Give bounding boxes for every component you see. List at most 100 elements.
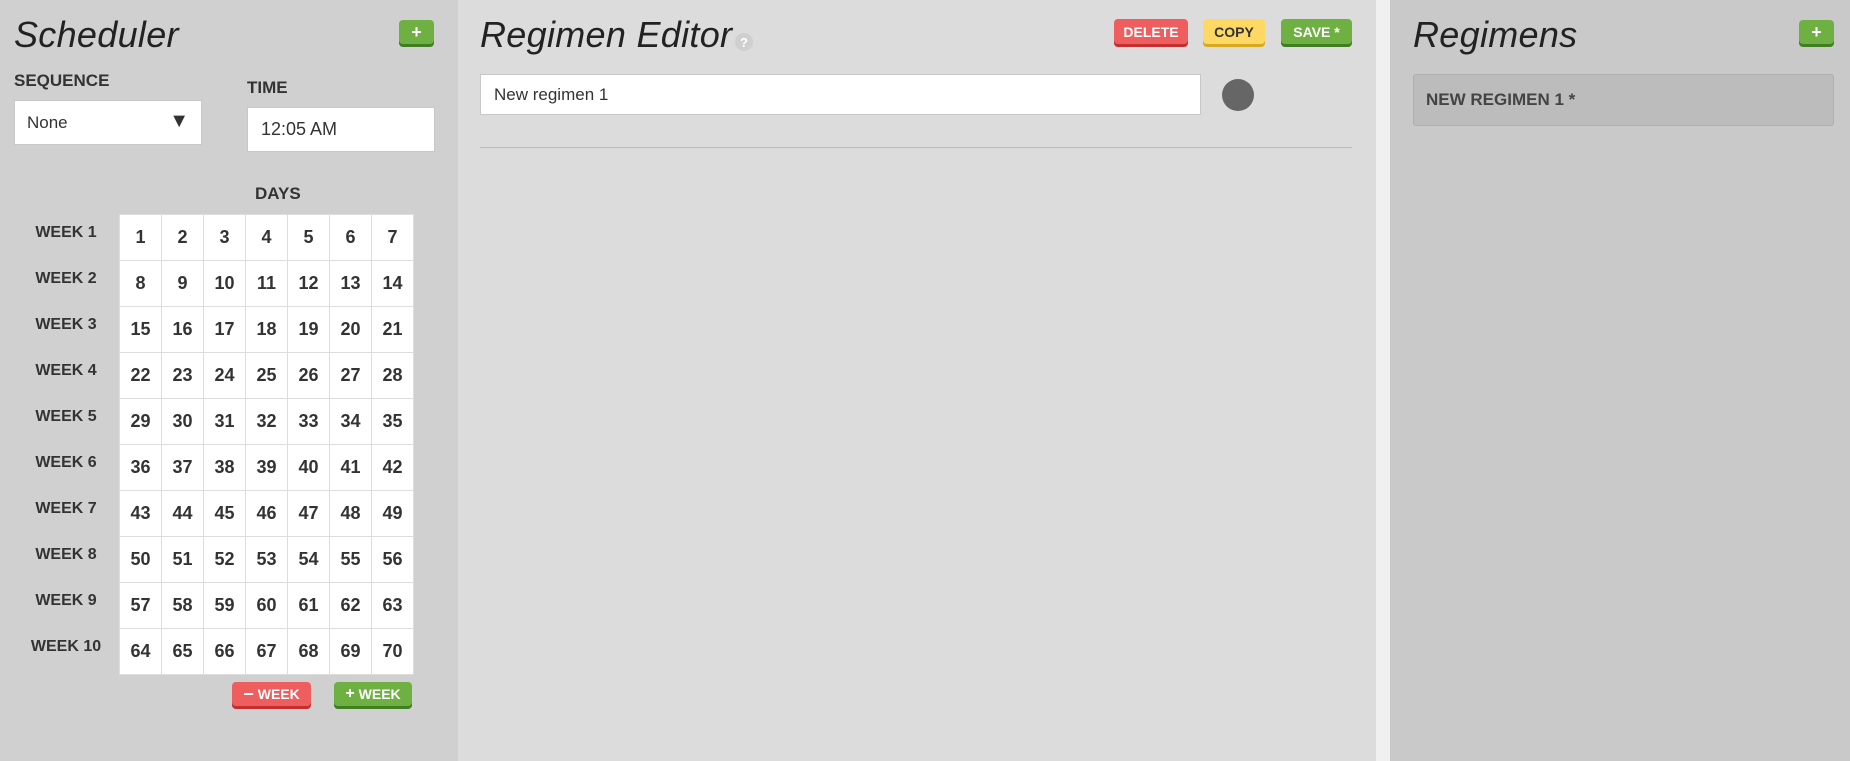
day-cell[interactable]: 29: [119, 398, 162, 445]
week-label: WEEK 2: [35, 270, 97, 287]
day-cell[interactable]: 31: [203, 398, 246, 445]
day-cell[interactable]: 44: [161, 490, 204, 537]
day-cell[interactable]: 5: [287, 214, 330, 261]
regimens-panel: Regimens + NEW REGIMEN 1 *: [1390, 0, 1850, 761]
days-grid: 1 2 3 4 5 6 7 8 9 10 11 12 13 14 15 16 17 18 19 20 21 22 23 24 2…: [119, 214, 414, 675]
day-cell[interactable]: 13: [329, 260, 372, 307]
day-cell[interactable]: 69: [329, 628, 372, 675]
day-cell[interactable]: 48: [329, 490, 372, 537]
day-cell[interactable]: 8: [119, 260, 162, 307]
day-cell[interactable]: 20: [329, 306, 372, 353]
day-cell[interactable]: 9: [161, 260, 204, 307]
day-cell[interactable]: 66: [203, 628, 246, 675]
day-cell[interactable]: 18: [245, 306, 288, 353]
week-label: WEEK 5: [35, 408, 97, 425]
day-cell[interactable]: 3: [203, 214, 246, 261]
day-cell[interactable]: 10: [203, 260, 246, 307]
day-cell[interactable]: 60: [245, 582, 288, 629]
day-cell[interactable]: 17: [203, 306, 246, 353]
regimen-name-input[interactable]: New regimen 1: [480, 74, 1201, 115]
day-cell[interactable]: 70: [371, 628, 414, 675]
day-cell[interactable]: 62: [329, 582, 372, 629]
day-cell[interactable]: 15: [119, 306, 162, 353]
add-regimen-button[interactable]: +: [1799, 20, 1834, 44]
day-cell[interactable]: 68: [287, 628, 330, 675]
week-row: 43 44 45 46 47 48 49: [119, 490, 414, 537]
day-cell[interactable]: 12: [287, 260, 330, 307]
day-cell[interactable]: 32: [245, 398, 288, 445]
week-row: 8 9 10 11 12 13 14: [119, 260, 414, 307]
day-cell[interactable]: 24: [203, 352, 246, 399]
day-cell[interactable]: 39: [245, 444, 288, 491]
day-cell[interactable]: 52: [203, 536, 246, 583]
regimens-title: Regimens: [1413, 14, 1578, 55]
copy-button[interactable]: COPY: [1203, 19, 1265, 44]
day-cell[interactable]: 7: [371, 214, 414, 261]
day-cell[interactable]: 64: [119, 628, 162, 675]
time-input[interactable]: 12:05 AM: [247, 107, 435, 152]
remove-week-button[interactable]: − WEEK: [232, 682, 311, 706]
day-cell[interactable]: 55: [329, 536, 372, 583]
day-cell[interactable]: 42: [371, 444, 414, 491]
day-cell[interactable]: 49: [371, 490, 414, 537]
day-cell[interactable]: 11: [245, 260, 288, 307]
week-label: WEEK 9: [35, 592, 97, 609]
save-button[interactable]: SAVE *: [1281, 19, 1352, 44]
day-cell[interactable]: 45: [203, 490, 246, 537]
day-cell[interactable]: 6: [329, 214, 372, 261]
help-icon[interactable]: ?: [735, 33, 753, 51]
day-cell[interactable]: 63: [371, 582, 414, 629]
day-cell[interactable]: 47: [287, 490, 330, 537]
day-cell[interactable]: 22: [119, 352, 162, 399]
day-cell[interactable]: 19: [287, 306, 330, 353]
day-cell[interactable]: 16: [161, 306, 204, 353]
day-cell[interactable]: 40: [287, 444, 330, 491]
day-cell[interactable]: 35: [371, 398, 414, 445]
day-cell[interactable]: 67: [245, 628, 288, 675]
scheduler-panel: Scheduler + SEQUENCE None ▼ TIME 12:05 A…: [0, 0, 458, 761]
day-cell[interactable]: 14: [371, 260, 414, 307]
day-cell[interactable]: 46: [245, 490, 288, 537]
day-cell[interactable]: 27: [329, 352, 372, 399]
day-cell[interactable]: 36: [119, 444, 162, 491]
week-row: 22 23 24 25 26 27 28: [119, 352, 414, 399]
day-cell[interactable]: 38: [203, 444, 246, 491]
day-cell[interactable]: 41: [329, 444, 372, 491]
week-row: 36 37 38 39 40 41 42: [119, 444, 414, 491]
day-cell[interactable]: 53: [245, 536, 288, 583]
day-cell[interactable]: 21: [371, 306, 414, 353]
week-row: 1234567: [119, 214, 414, 261]
add-farm-event-button[interactable]: +: [399, 20, 434, 44]
delete-button[interactable]: DELETE: [1114, 19, 1188, 44]
day-cell[interactable]: 4: [245, 214, 288, 261]
time-label: TIME: [247, 78, 288, 97]
add-week-button[interactable]: + WEEK: [334, 682, 412, 706]
day-cell[interactable]: 57: [119, 582, 162, 629]
minus-icon: −: [243, 683, 254, 704]
day-cell[interactable]: 54: [287, 536, 330, 583]
day-cell[interactable]: 61: [287, 582, 330, 629]
day-cell[interactable]: 34: [329, 398, 372, 445]
day-cell[interactable]: 1: [119, 214, 162, 261]
day-cell[interactable]: 51: [161, 536, 204, 583]
day-cell[interactable]: 25: [245, 352, 288, 399]
day-cell[interactable]: 50: [119, 536, 162, 583]
day-cell[interactable]: 59: [203, 582, 246, 629]
day-cell[interactable]: 2: [161, 214, 204, 261]
day-cell[interactable]: 56: [371, 536, 414, 583]
add-week-label: WEEK: [358, 686, 401, 702]
days-label: DAYS: [255, 184, 301, 203]
day-cell[interactable]: 37: [161, 444, 204, 491]
day-cell[interactable]: 26: [287, 352, 330, 399]
day-cell[interactable]: 43: [119, 490, 162, 537]
sequence-select[interactable]: None ▼: [14, 100, 202, 145]
day-cell[interactable]: 58: [161, 582, 204, 629]
regimen-list-item[interactable]: NEW REGIMEN 1 *: [1413, 74, 1834, 126]
editor-divider: [480, 147, 1352, 148]
day-cell[interactable]: 23: [161, 352, 204, 399]
day-cell[interactable]: 65: [161, 628, 204, 675]
day-cell[interactable]: 33: [287, 398, 330, 445]
day-cell[interactable]: 28: [371, 352, 414, 399]
day-cell[interactable]: 30: [161, 398, 204, 445]
color-picker[interactable]: [1222, 79, 1254, 111]
